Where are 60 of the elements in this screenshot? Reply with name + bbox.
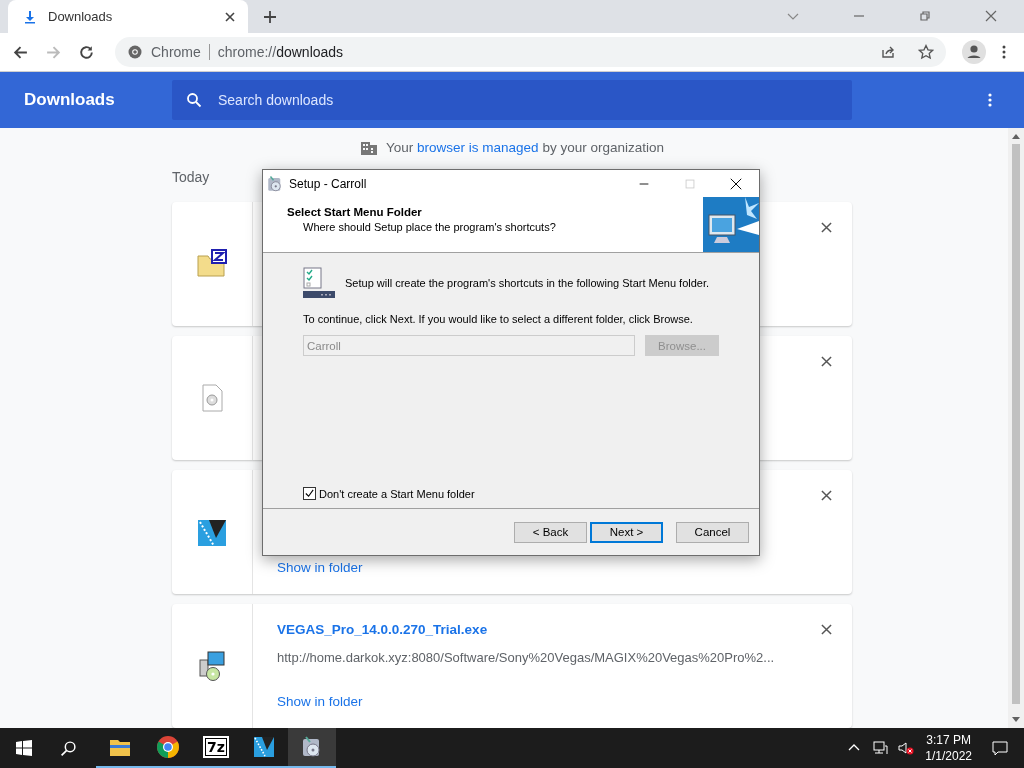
scrollbar-thumb[interactable] [1012, 144, 1020, 704]
browser-tab[interactable]: Downloads [8, 0, 248, 33]
star-icon[interactable] [918, 44, 934, 60]
menu-icon[interactable] [1002, 44, 1006, 60]
network-icon[interactable] [872, 740, 889, 756]
restore-icon[interactable] [917, 8, 933, 24]
more-icon[interactable] [988, 92, 992, 108]
setup-icon [266, 174, 284, 193]
notification-icon[interactable] [992, 740, 1008, 756]
info-text: Setup will create the program's shortcuts in the following Start Menu folder. [345, 277, 710, 289]
remove-icon[interactable] [821, 222, 832, 233]
scroll-down-icon[interactable] [1012, 717, 1020, 723]
checklist-icon [303, 267, 335, 299]
instruction-text: To continue, click Next. If you would like to select a different folder, click Browse. [303, 313, 694, 325]
building-icon [360, 139, 379, 156]
remove-icon[interactable] [821, 490, 832, 501]
scrollbar[interactable] [1008, 128, 1024, 728]
search-icon[interactable] [60, 739, 77, 757]
close-icon[interactable] [729, 176, 743, 191]
clock-time[interactable]: 3:17 PM [926, 732, 971, 748]
dialog-button[interactable]: < Back [514, 521, 587, 543]
volume-muted-icon[interactable] [898, 740, 915, 756]
zip-folder-icon [196, 248, 228, 280]
managed-notice: Your browser is managed by your organization [386, 140, 664, 156]
remove-icon[interactable] [821, 624, 832, 635]
checkbox-label[interactable]: Don't create a Start Menu folder [319, 487, 475, 500]
managed-link[interactable]: browser is managed [417, 140, 539, 156]
page-title: Downloads [23, 90, 116, 110]
start-icon[interactable] [16, 740, 32, 756]
taskbar-app[interactable]: 7z [192, 728, 240, 768]
dialog-button[interactable]: Next > [590, 521, 663, 543]
maximize-icon [683, 176, 697, 191]
dialog-title: Setup - Carroll [289, 176, 367, 191]
scroll-up-icon[interactable] [1012, 133, 1020, 139]
site-label: Chrome [151, 44, 201, 60]
installer-icon [196, 650, 228, 682]
browser-icon [156, 735, 180, 759]
date-heading: Today [172, 169, 210, 188]
step-heading: Select Start Menu Folder [287, 206, 423, 218]
show-in-folder-link[interactable]: Show in folder [277, 560, 363, 575]
chrome-logo-icon [127, 44, 143, 60]
step-description: Where should Setup place the program's shortcuts? [303, 221, 557, 233]
app-logo-icon: 7z [203, 736, 229, 758]
search-field[interactable]: Search downloads [172, 80, 852, 120]
remove-icon[interactable] [821, 356, 832, 367]
reload-icon[interactable] [78, 43, 95, 61]
download-icon [22, 8, 38, 25]
taskbar-app[interactable] [288, 728, 336, 768]
address-bar[interactable]: Chrome chrome://downloads [115, 37, 946, 67]
dialog-button[interactable]: Cancel [676, 521, 749, 543]
clock-date[interactable]: 1/1/2022 [925, 748, 972, 764]
url-text: chrome://downloads [217, 44, 344, 60]
show-in-folder-link[interactable]: Show in folder [277, 694, 363, 709]
checkbox[interactable] [303, 487, 316, 500]
new-tab-icon[interactable] [262, 9, 278, 25]
video-app-icon [252, 735, 276, 759]
profile-avatar-icon[interactable] [962, 40, 986, 64]
source-url: http://home.darkok.xyz:8080/Software/Sony%20Vegas/MAGIX%20Vegas%20Pro%2... [277, 650, 775, 665]
share-icon[interactable] [880, 44, 896, 60]
file-name-link[interactable]: VEGAS_Pro_14.0.0.270_Trial.exe [277, 622, 488, 637]
